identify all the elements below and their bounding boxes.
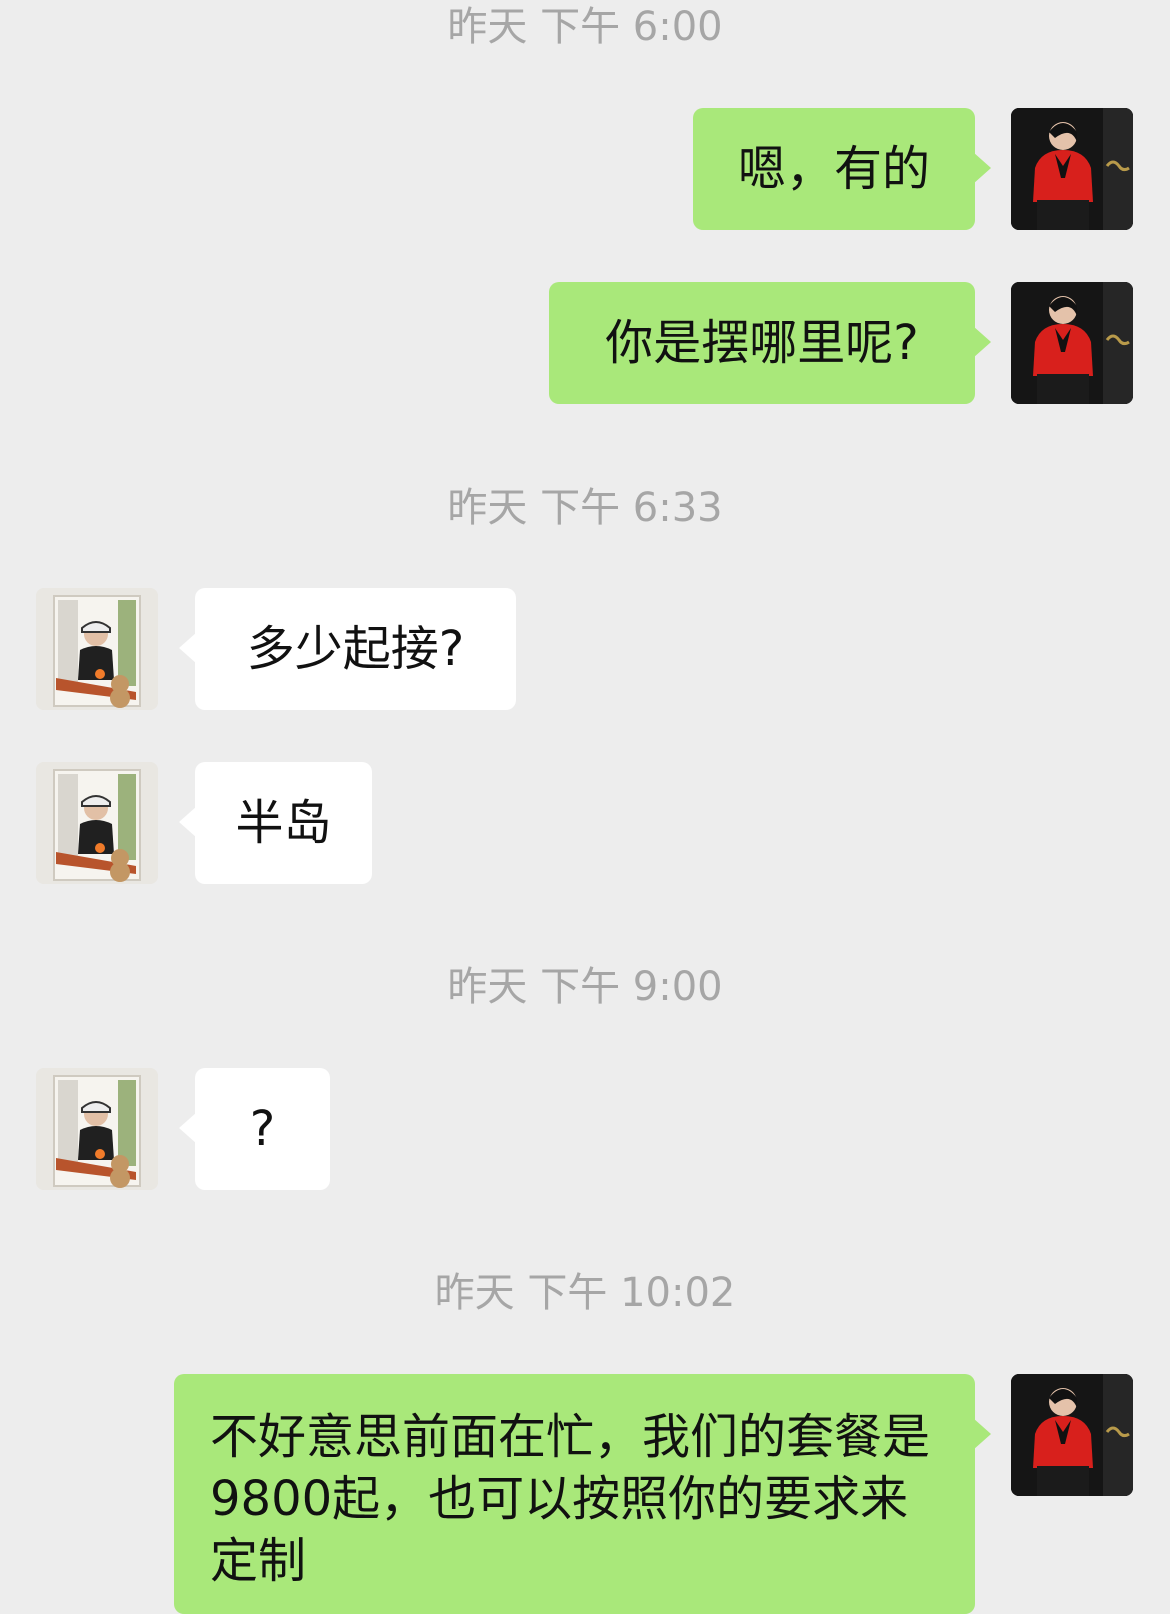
my-avatar[interactable] (1011, 108, 1133, 230)
timestamp: 昨天 下午 6:33 (447, 485, 723, 531)
message-bubble-received[interactable]: ? (179, 1068, 330, 1190)
message-text: 多少起接? (246, 621, 465, 677)
person-red-blouse-icon (1011, 108, 1133, 230)
my-avatar[interactable] (1011, 282, 1133, 404)
message-bubble-received[interactable]: 多少起接? (179, 588, 516, 710)
message-bubble-sent[interactable]: 不好意思前面在忙，我们的套餐是9800起，也可以按照你的要求来定制 (174, 1374, 991, 1614)
message-text: 嗯，有的 (737, 141, 930, 197)
person-photo-icon (36, 588, 158, 710)
contact-avatar[interactable] (36, 588, 158, 710)
person-photo-icon (36, 762, 158, 884)
timestamp: 昨天 下午 9:00 (447, 964, 723, 1010)
message-bubble-sent[interactable]: 嗯，有的 (693, 108, 991, 230)
message-bubble-sent[interactable]: 你是摆哪里呢? (549, 282, 991, 404)
contact-avatar[interactable] (36, 1068, 158, 1190)
message-bubble-received[interactable]: 半岛 (179, 762, 372, 884)
message-text: ? (249, 1101, 276, 1157)
timestamp: 昨天 下午 10:02 (434, 1270, 736, 1316)
message-text: 不好意思前面在忙，我们的套餐是9800起，也可以按照你的要求来定制 (210, 1409, 931, 1589)
person-photo-icon (36, 1068, 158, 1190)
my-avatar[interactable] (1011, 1374, 1133, 1496)
contact-avatar[interactable] (36, 762, 158, 884)
person-red-blouse-icon (1011, 282, 1133, 404)
timestamp: 昨天 下午 6:00 (447, 4, 723, 50)
person-red-blouse-icon (1011, 1374, 1133, 1496)
message-text: 你是摆哪里呢? (605, 315, 919, 371)
message-text: 半岛 (235, 795, 332, 851)
